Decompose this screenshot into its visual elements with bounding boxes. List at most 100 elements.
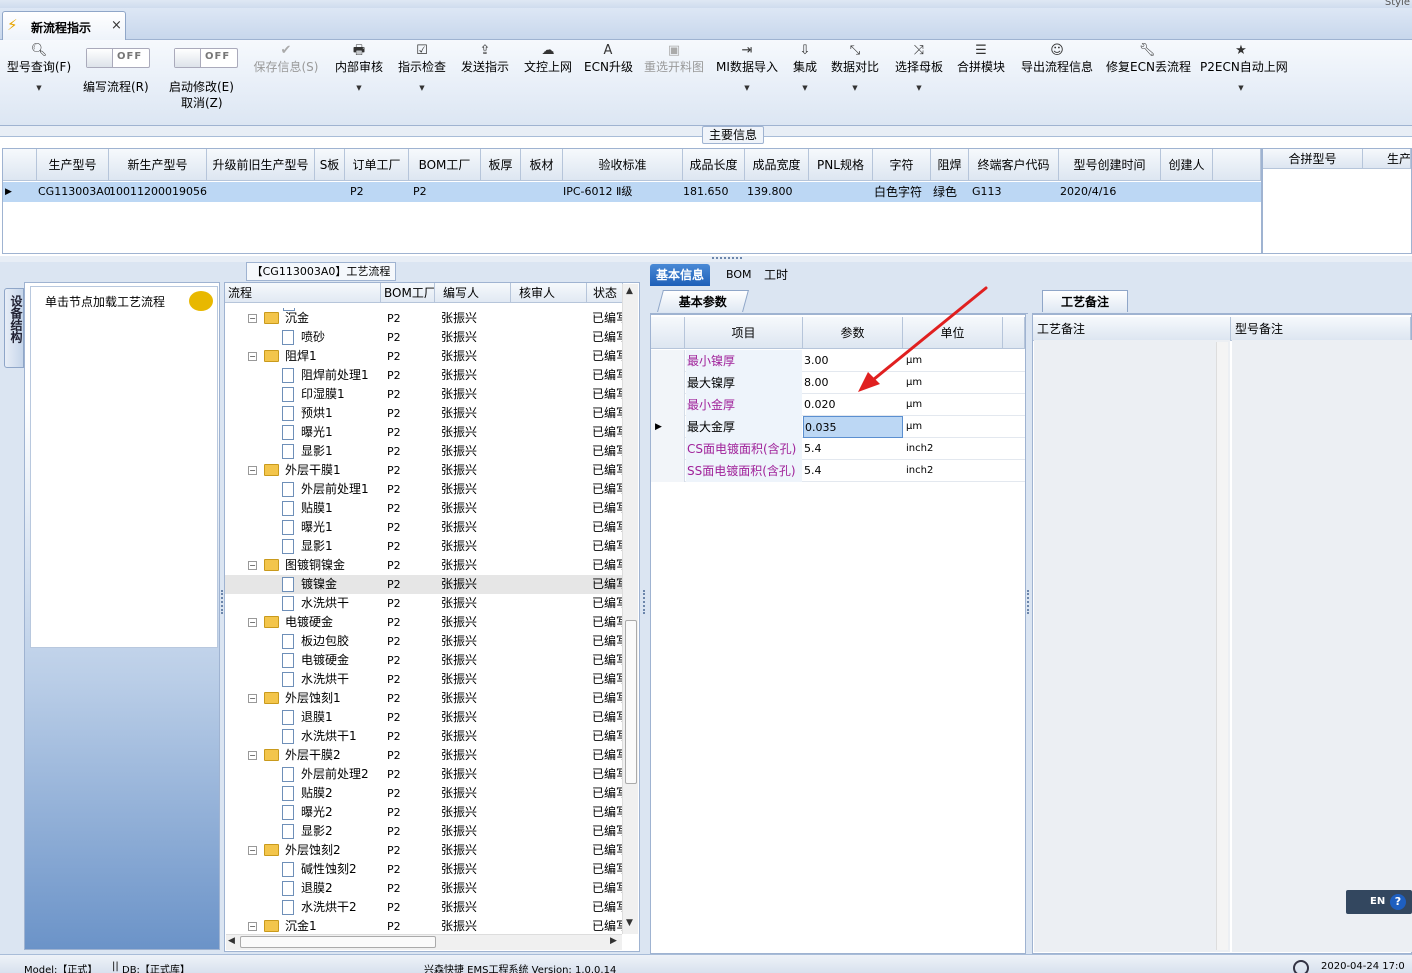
p2ecn-button[interactable]: ★ P2ECN自动上网 ▼: [1200, 40, 1288, 126]
col-header[interactable]: 订单工厂: [345, 149, 409, 181]
tab-basic-info[interactable]: 基本信息: [650, 264, 711, 286]
tree-row[interactable]: 外层前处理2 P2 张振兴 已编写: [225, 765, 623, 784]
tree-row[interactable]: 板边包胶 P2 张振兴 已编写: [225, 632, 623, 651]
tree-row[interactable]: − 沉金 P2 张振兴 已编写: [225, 309, 623, 328]
col-header[interactable]: 工艺备注: [1033, 317, 1231, 341]
select-mother-board-button[interactable]: ⤨ 选择母板 ▼: [893, 40, 945, 126]
tree-row[interactable]: 电镀硬金 P2 张振兴 已编写: [225, 651, 623, 670]
equipment-structure-tab[interactable]: 设备结构: [4, 288, 24, 368]
mi-import-button[interactable]: ⇥ MI数据导入 ▼: [716, 40, 778, 126]
save-info-button[interactable]: ✔ 保存信息(S): [252, 40, 320, 126]
data-compare-button[interactable]: ⤡ 数据对比 ▼: [830, 40, 880, 126]
cell-char[interactable]: 白色字符: [874, 182, 922, 202]
tree-row[interactable]: 碱性蚀刻2 P2 张振兴 已编写: [225, 860, 623, 879]
splitter-handle[interactable]: [643, 590, 647, 614]
collapse-icon[interactable]: −: [248, 352, 257, 361]
col-header[interactable]: 板材: [521, 149, 563, 181]
tree-row[interactable]: 显影1 P2 张振兴 已编写: [225, 537, 623, 556]
tree-row[interactable]: 显影2 P2 张振兴 已编写: [225, 822, 623, 841]
param-value[interactable]: 0.035: [803, 416, 903, 438]
col-header[interactable]: 新生产型号: [109, 149, 207, 181]
tree-row[interactable]: − 阻焊1 P2 张振兴 已编写: [225, 347, 623, 366]
cell-length[interactable]: 181.650: [683, 182, 729, 202]
col-header[interactable]: 板厚: [481, 149, 521, 181]
integrate-button[interactable]: ⇩ 集成 ▼: [790, 40, 820, 126]
col-header[interactable]: 创建人: [1161, 149, 1213, 181]
col-header[interactable]: 核审人: [511, 283, 587, 303]
tree-row[interactable]: 水洗烘干2 P2 张振兴 已编写: [225, 898, 623, 917]
tree-row[interactable]: 水洗烘干 P2 张振兴 已编写: [225, 670, 623, 689]
scrollbar-thumb[interactable]: [240, 936, 436, 948]
param-row[interactable]: CS面电镀面积(含孔) 5.4 inch2: [651, 438, 1025, 460]
tree-row[interactable]: 曝光2 P2 张振兴 已编写: [225, 803, 623, 822]
tree-row[interactable]: − 外层干膜1 P2 张振兴 已编写: [225, 461, 623, 480]
process-remarks-text[interactable]: [1034, 340, 1230, 952]
export-flow-button[interactable]: ☺ 导出流程信息: [1019, 40, 1095, 126]
style-label[interactable]: Style: [1385, 0, 1410, 8]
param-value[interactable]: 5.4: [803, 438, 903, 460]
col-header[interactable]: 合拼型号: [1263, 149, 1363, 169]
tree-row[interactable]: − 外层干膜2 P2 张振兴 已编写: [225, 746, 623, 765]
tree-row[interactable]: 曝光1 P2 张振兴 已编写: [225, 423, 623, 442]
cell-solder[interactable]: 绿色: [933, 182, 957, 202]
tree-row[interactable]: 阻焊前处理1 P2 张振兴 已编写: [225, 366, 623, 385]
col-header[interactable]: 型号备注: [1231, 317, 1411, 341]
scroll-down-icon[interactable]: ▼: [626, 918, 633, 928]
collapse-icon[interactable]: −: [248, 561, 257, 570]
splitter-handle[interactable]: [1027, 590, 1031, 614]
cell-standard[interactable]: IPC-6012 Ⅱ级: [563, 182, 632, 202]
col-header[interactable]: 字符: [873, 149, 931, 181]
splitter-handle[interactable]: [712, 257, 742, 260]
col-header[interactable]: 项目: [685, 317, 803, 349]
query-button[interactable]: 🔍︎ 型号查询(F) ▼: [4, 40, 74, 126]
language-label[interactable]: EN: [1370, 896, 1385, 907]
repair-ecn-button[interactable]: 🔧︎ 修复ECN丢流程: [1106, 40, 1191, 126]
cell-width[interactable]: 139.800: [747, 182, 793, 202]
internal-review-button[interactable]: 🖶 内部审核 ▼: [334, 40, 384, 126]
tree-row[interactable]: − 图镀铜镍金 P2 张振兴 已编写: [225, 556, 623, 575]
tab-bom[interactable]: BOM: [720, 264, 758, 286]
param-row[interactable]: ▶ 最大金厚 0.035 μm: [651, 416, 1025, 438]
reselect-material-button[interactable]: ▣ 重选开料图: [642, 40, 706, 126]
col-header[interactable]: S板: [315, 149, 345, 181]
col-header[interactable]: 成品长度: [683, 149, 745, 181]
tree-row[interactable]: 显影1 P2 张振兴 已编写: [225, 442, 623, 461]
scroll-right-icon[interactable]: ▶: [610, 936, 617, 946]
col-header[interactable]: 成品宽度: [745, 149, 809, 181]
merge-module-button[interactable]: ☰ 合拼模块: [956, 40, 1006, 126]
help-icon[interactable]: ?: [1390, 894, 1406, 910]
tree-row[interactable]: 镀镍金 P2 张振兴 已编写: [225, 575, 623, 594]
tree-row[interactable]: 水洗烘干1 P2 张振兴 已编写: [225, 727, 623, 746]
col-header[interactable]: 生产型号: [37, 149, 109, 181]
collapse-icon[interactable]: −: [248, 618, 257, 627]
cell-prod-model[interactable]: CG113003A0: [38, 182, 111, 202]
remarks-scrollbar[interactable]: [1216, 342, 1228, 950]
scroll-left-icon[interactable]: ◀: [228, 936, 235, 946]
collapse-icon[interactable]: −: [248, 466, 257, 475]
cell-bom-factory[interactable]: P2: [413, 182, 427, 202]
ecn-upgrade-button[interactable]: A ECN升级: [584, 40, 633, 126]
col-header[interactable]: 验收标准: [563, 149, 683, 181]
doc-tab-new-flow[interactable]: ⚡ 新流程指示 ×: [2, 11, 126, 40]
collapse-icon[interactable]: −: [248, 314, 257, 323]
enable-edit-toggle[interactable]: OFF: [174, 48, 238, 68]
col-header[interactable]: 编写人: [435, 283, 511, 303]
tree-row[interactable]: − 外层蚀刻2 P2 张振兴 已编写: [225, 841, 623, 860]
tree-row[interactable]: − 外层蚀刻1 P2 张振兴 已编写: [225, 689, 623, 708]
collapse-icon[interactable]: −: [248, 751, 257, 760]
param-value[interactable]: 5.4: [803, 460, 903, 482]
tree-row[interactable]: − 电镀硬金 P2 张振兴 已编写: [225, 613, 623, 632]
col-header[interactable]: 终端客户代码: [969, 149, 1059, 181]
close-tab-icon[interactable]: ×: [111, 18, 122, 33]
cell-created[interactable]: 2020/4/16: [1060, 182, 1116, 202]
tree-row[interactable]: 退膜2 P2 张振兴 已编写: [225, 879, 623, 898]
col-header[interactable]: 型号创建时间: [1059, 149, 1161, 181]
cell-new-model[interactable]: 10011200019056: [109, 182, 207, 202]
collapse-icon[interactable]: −: [248, 846, 257, 855]
tree-row[interactable]: 曝光1 P2 张振兴 已编写: [225, 518, 623, 537]
tree-row[interactable]: 退膜1 P2 张振兴 已编写: [225, 708, 623, 727]
col-header[interactable]: 流程: [225, 283, 381, 303]
send-instruction-button[interactable]: ⇪ 发送指示: [459, 40, 511, 126]
tree-row[interactable]: 外层前处理1 P2 张振兴 已编写: [225, 480, 623, 499]
tab-process-remarks[interactable]: 工艺备注: [1042, 290, 1128, 312]
